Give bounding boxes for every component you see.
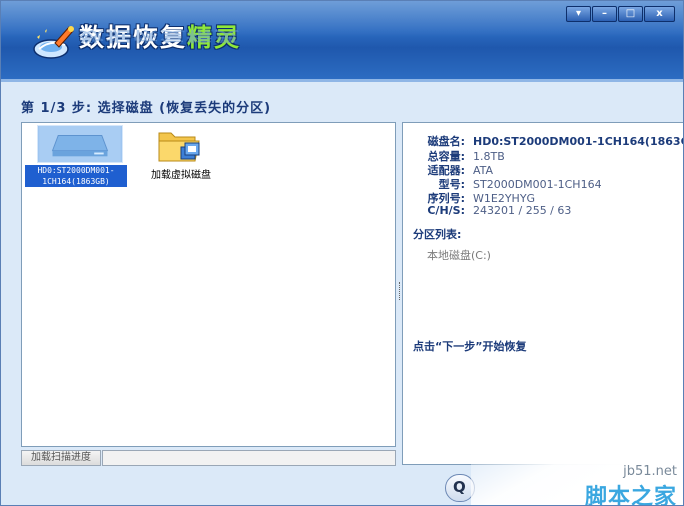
search-icon: Q — [453, 478, 466, 496]
hard-disk-icon — [37, 125, 123, 163]
partition-list-label: 分区列表: — [413, 228, 462, 241]
app-header: 数据恢复精灵 数据恢复精灵 ▾ – □ x — [1, 1, 683, 79]
maximize-button[interactable]: □ — [618, 6, 643, 22]
minimize-button[interactable]: – — [592, 6, 617, 22]
watermark-name: 脚本之家 — [584, 485, 677, 506]
detail-row-disk-name: 磁盘名: HD0:ST2000DM001-1CH164(1863GB) — [427, 135, 684, 148]
load-virtual-disk-label: 加载虚拟磁盘 — [151, 170, 211, 181]
header-divider — [1, 79, 683, 82]
detail-row-model: 型号: ST2000DM001-1CH164 — [438, 178, 602, 191]
window-controls: ▾ – □ x — [566, 6, 675, 22]
menu-dropdown-button[interactable]: ▾ — [566, 6, 591, 22]
next-step-hint: 点击“下一步”开始恢复 — [413, 340, 527, 353]
detail-row-capacity: 总容量: 1.8TB — [427, 150, 505, 163]
app-title-reflection: 数据恢复精灵 — [79, 28, 242, 45]
disk-label: HD0:ST2000DM001-1CH164(1863GB) — [25, 165, 127, 187]
detail-row-serial: 序列号: W1E2YHYG — [427, 192, 536, 205]
detail-row-adapter: 适配器: ATA — [427, 164, 494, 177]
disk-list-panel[interactable]: HD0:ST2000DM001-1CH164(1863GB) 加载虚拟磁盘 — [21, 122, 396, 447]
folder-virtual-disk-icon — [158, 132, 200, 162]
app-window: 数据恢复精灵 数据恢复精灵 ▾ – □ x 第 1/3 步: 选择磁盘 (恢复丢… — [0, 0, 684, 506]
app-logo-icon — [33, 26, 74, 59]
load-scan-progress-button[interactable]: 加载扫描进度 — [21, 450, 101, 466]
disk-item-hd0[interactable]: HD0:ST2000DM001-1CH164(1863GB) — [25, 125, 127, 187]
step-title: 第 1/3 步: 选择磁盘 (恢复丢失的分区) — [21, 101, 272, 116]
scan-progress-bar — [102, 450, 396, 466]
partition-item[interactable]: 本地磁盘(C:) — [427, 247, 491, 263]
load-virtual-disk-item[interactable]: 加载虚拟磁盘 — [145, 125, 215, 187]
watermark-site: jb51.net — [623, 464, 677, 479]
detail-row-chs: C/H/S: 243201 / 255 / 63 — [427, 204, 572, 217]
disk-details-panel: 磁盘名: HD0:ST2000DM001-1CH164(1863GB) 总容量: 1… — [402, 122, 684, 465]
close-button[interactable]: x — [644, 6, 675, 22]
